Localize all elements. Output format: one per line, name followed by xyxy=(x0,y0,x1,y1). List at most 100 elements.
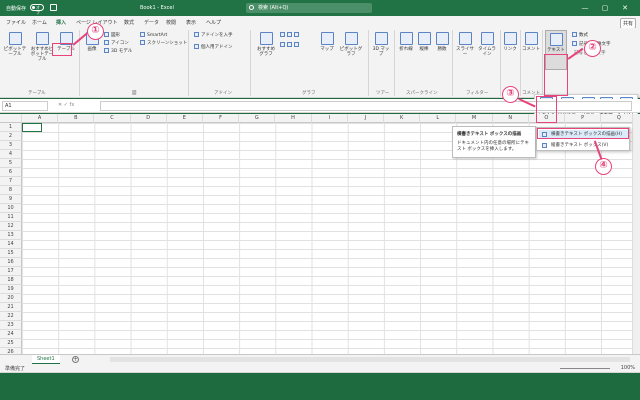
sparkline-line-button[interactable]: 折れ線 xyxy=(398,32,414,52)
row-header[interactable]: 1 xyxy=(0,123,22,132)
tab-view[interactable]: 表示 xyxy=(186,19,196,26)
shapes-button[interactable]: 図形 xyxy=(104,32,120,39)
sheet-tab-sheet1[interactable]: Sheet1 xyxy=(32,355,60,364)
row-header[interactable]: 3 xyxy=(0,141,22,150)
row-header[interactable]: 20 xyxy=(0,294,22,303)
tab-review[interactable]: 校閲 xyxy=(166,19,176,26)
name-box[interactable]: A1 xyxy=(2,101,48,111)
column-header[interactable]: L xyxy=(420,114,457,123)
zoom-level[interactable]: 100% xyxy=(621,365,635,371)
vertical-scrollbar[interactable] xyxy=(632,114,640,354)
row-header[interactable]: 7 xyxy=(0,177,22,186)
sparkline-winloss-button[interactable]: 勝敗 xyxy=(434,32,450,52)
equation-button[interactable]: 数式 xyxy=(572,32,588,39)
column-header[interactable]: J xyxy=(348,114,384,123)
active-cell[interactable] xyxy=(22,123,42,132)
horizontal-scrollbar[interactable] xyxy=(110,357,630,362)
row-header[interactable]: 9 xyxy=(0,195,22,204)
column-header[interactable]: A xyxy=(22,114,59,123)
vertical-textbox-label: 縦書きテキスト ボックス(V) xyxy=(551,143,609,148)
save-icon[interactable] xyxy=(50,4,57,11)
row-header[interactable]: 25 xyxy=(0,339,22,348)
tab-home[interactable]: ホーム xyxy=(32,19,47,26)
row-header[interactable]: 10 xyxy=(0,204,22,213)
screenshot-button[interactable]: スクリーンショット xyxy=(140,40,187,47)
column-header[interactable]: I xyxy=(312,114,348,123)
3d-models-button[interactable]: 3D モデル xyxy=(104,48,132,55)
add-sheet-button[interactable]: + xyxy=(72,356,79,363)
cell-grid[interactable] xyxy=(22,123,632,354)
smartart-button[interactable]: SmartArt xyxy=(140,32,167,39)
tab-data[interactable]: データ xyxy=(144,19,159,26)
document-title: Book1 - Excel xyxy=(140,5,174,11)
column-header[interactable]: N xyxy=(493,114,529,123)
autosave-toggle[interactable]: オフ xyxy=(30,4,44,15)
link-button[interactable]: リンク xyxy=(502,32,518,52)
row-header[interactable]: 13 xyxy=(0,231,22,240)
tab-insert[interactable]: 挿入 xyxy=(56,19,67,29)
vertical-textbox-item[interactable]: 縦書きテキスト ボックス(V) xyxy=(539,141,629,150)
row-header[interactable]: 8 xyxy=(0,186,22,195)
comment-icon xyxy=(524,32,538,45)
restore-button[interactable]: ▢ xyxy=(600,3,610,13)
slicer-button[interactable]: スライサー xyxy=(455,32,475,57)
icons-button[interactable]: アイコン xyxy=(104,40,129,47)
row-header[interactable]: 21 xyxy=(0,303,22,312)
pivot-table-button[interactable]: ピボットテーブル xyxy=(3,32,27,57)
row-header[interactable]: 5 xyxy=(0,159,22,168)
slicer-icon xyxy=(458,32,472,45)
pivot-chart-button[interactable]: ピボットグラフ xyxy=(338,32,364,57)
column-header[interactable]: H xyxy=(275,114,312,123)
tab-help[interactable]: ヘルプ xyxy=(206,19,221,26)
tooltip-title: 横書きテキスト ボックスの描画 xyxy=(457,132,522,137)
column-header[interactable]: F xyxy=(203,114,240,123)
3d-map-button[interactable]: 3D マップ xyxy=(372,32,390,57)
select-all-corner[interactable] xyxy=(0,114,22,123)
column-header[interactable]: G xyxy=(239,114,276,123)
row-header[interactable]: 11 xyxy=(0,213,22,222)
addins-icon xyxy=(194,44,199,49)
row-header[interactable]: 23 xyxy=(0,321,22,330)
column-header[interactable]: D xyxy=(131,114,167,123)
my-addins-button[interactable]: 個人用アドイン xyxy=(194,44,233,51)
tab-formulas[interactable]: 数式 xyxy=(124,19,134,26)
zoom-slider[interactable] xyxy=(560,368,610,369)
maps-button[interactable]: マップ xyxy=(318,32,336,52)
chart-types-row-1[interactable] xyxy=(280,32,301,39)
formula-controls[interactable]: ✕ ✓ fx xyxy=(58,102,74,108)
row-header[interactable]: 15 xyxy=(0,249,22,258)
row-header[interactable]: 22 xyxy=(0,312,22,321)
search-input[interactable]: 検索 (Alt+Q) xyxy=(246,3,372,13)
column-header[interactable]: C xyxy=(94,114,131,123)
comment-label: コメント xyxy=(522,47,540,52)
column-header[interactable]: E xyxy=(167,114,203,123)
row-header[interactable]: 12 xyxy=(0,222,22,231)
callout-2: ② xyxy=(584,40,601,57)
column-header[interactable]: M xyxy=(456,114,493,123)
tab-file[interactable]: ファイル xyxy=(6,19,26,26)
column-chart-icon xyxy=(280,32,285,37)
recommended-charts-button[interactable]: おすすめグラフ xyxy=(255,32,277,57)
column-header[interactable]: P xyxy=(565,114,602,123)
row-header[interactable]: 14 xyxy=(0,240,22,249)
minimize-button[interactable]: — xyxy=(580,3,590,13)
get-addins-button[interactable]: アドインを入手 xyxy=(194,32,233,39)
row-header[interactable]: 18 xyxy=(0,276,22,285)
row-header[interactable]: 4 xyxy=(0,150,22,159)
close-button[interactable]: ✕ xyxy=(620,3,630,13)
highlight-textbox-button xyxy=(536,96,557,123)
row-header[interactable]: 24 xyxy=(0,330,22,339)
column-header[interactable]: K xyxy=(384,114,421,123)
column-header[interactable]: B xyxy=(58,114,95,123)
sparkline-column-button[interactable]: 縦棒 xyxy=(416,32,432,52)
chart-types-row-2[interactable] xyxy=(280,42,301,49)
row-header[interactable]: 2 xyxy=(0,132,22,141)
bottom-frame xyxy=(0,373,640,400)
row-header[interactable]: 19 xyxy=(0,285,22,294)
row-header[interactable]: 16 xyxy=(0,258,22,267)
timeline-button[interactable]: タイムライン xyxy=(476,32,498,57)
comment-button[interactable]: コメント xyxy=(522,32,540,52)
row-header[interactable]: 6 xyxy=(0,168,22,177)
row-header[interactable]: 17 xyxy=(0,267,22,276)
shapes-label: 図形 xyxy=(111,33,120,38)
